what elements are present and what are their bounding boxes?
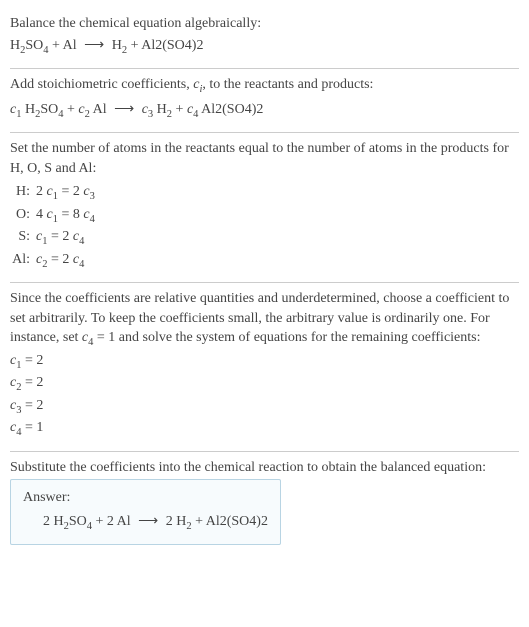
arrow-icon: ⟶ (80, 38, 108, 53)
eq-part: SO (25, 38, 43, 53)
text: Add stoichiometric coefficients, (10, 77, 193, 92)
section-atoms: Set the number of atoms in the reactants… (10, 133, 519, 283)
problem-equation: H2SO4 + Al ⟶ H2 + Al2(SO4)2 (10, 36, 519, 58)
section-problem: Balance the chemical equation algebraica… (10, 8, 519, 69)
atom-label: O: (10, 205, 36, 225)
atom-label: H: (10, 182, 36, 202)
text: = 2 (21, 398, 43, 413)
eq-part: H (10, 38, 20, 53)
eq-part: + Al2(SO4)2 (127, 38, 203, 53)
text: , to the reactants and products: (202, 77, 373, 92)
eq-part: 2 H (43, 514, 64, 529)
atom-row-s: S: c1 = 2 c4 (10, 227, 519, 249)
eq-part: 2 H (162, 514, 186, 529)
section-stoichiometric: Add stoichiometric coefficients, ci, to … (10, 69, 519, 133)
atom-equation: 2 c1 = 2 c3 (36, 182, 95, 204)
answer-label: Answer: (23, 488, 268, 508)
text: = 2 (21, 375, 43, 390)
eq-part: Al (90, 102, 110, 117)
section-solve: Since the coefficients are relative quan… (10, 283, 519, 452)
eq-part: + (172, 102, 187, 117)
atoms-instruction: Set the number of atoms in the reactants… (10, 139, 519, 178)
text: = 2 (58, 184, 83, 199)
stoich-instruction: Add stoichiometric coefficients, ci, to … (10, 75, 519, 97)
coef-c3: c3 = 2 (10, 396, 519, 418)
atom-row-al: Al: c2 = 2 c4 (10, 250, 519, 272)
atom-equation: c2 = 2 c4 (36, 250, 84, 272)
text: = 8 (58, 207, 83, 222)
eq-part: SO (40, 102, 58, 117)
text: 4 (36, 207, 47, 222)
eq-part: H (153, 102, 167, 117)
section-answer: Substitute the coefficients into the che… (10, 452, 519, 556)
eq-part: H (21, 102, 35, 117)
text: = 1 and solve the system of equations fo… (93, 330, 480, 345)
text: 2 (36, 184, 47, 199)
solve-instruction: Since the coefficients are relative quan… (10, 289, 519, 351)
coef-c2: c2 = 2 (10, 373, 519, 395)
atom-label: S: (10, 227, 36, 247)
answer-equation: 2 H2SO4 + 2 Al ⟶ 2 H2 + Al2(SO4)2 (23, 512, 268, 534)
eq-part: + Al2(SO4)2 (192, 514, 268, 529)
eq-part: SO (69, 514, 87, 529)
coef-c1: c1 = 2 (10, 351, 519, 373)
atom-equation: c1 = 2 c4 (36, 227, 84, 249)
text: = 1 (21, 420, 43, 435)
atom-label: Al: (10, 250, 36, 270)
text: = 2 (21, 353, 43, 368)
eq-part: + 2 Al (92, 514, 134, 529)
subscript: 4 (79, 258, 84, 269)
eq-part: Al2(SO4)2 (198, 102, 263, 117)
atom-equation: 4 c1 = 8 c4 (36, 205, 95, 227)
coef-c4: c4 = 1 (10, 418, 519, 440)
text: = 2 (47, 252, 72, 267)
problem-title: Balance the chemical equation algebraica… (10, 14, 519, 34)
eq-part: + (64, 102, 79, 117)
arrow-icon: ⟶ (134, 514, 162, 529)
answer-instruction: Substitute the coefficients into the che… (10, 458, 519, 478)
subscript: 4 (79, 236, 84, 247)
atom-table: H: 2 c1 = 2 c3 O: 4 c1 = 8 c4 S: c1 = 2 … (10, 182, 519, 272)
eq-part: H (108, 38, 122, 53)
stoich-equation: c1 H2SO4 + c2 Al ⟶ c3 H2 + c4 Al2(SO4)2 (10, 100, 519, 122)
answer-box: Answer: 2 H2SO4 + 2 Al ⟶ 2 H2 + Al2(SO4)… (10, 479, 281, 545)
subscript: 3 (90, 191, 95, 202)
text: = 2 (47, 229, 72, 244)
arrow-icon: ⟶ (110, 102, 138, 117)
subscript: 4 (90, 214, 95, 225)
atom-row-o: O: 4 c1 = 8 c4 (10, 205, 519, 227)
atom-row-h: H: 2 c1 = 2 c3 (10, 182, 519, 204)
eq-part: + Al (49, 38, 81, 53)
